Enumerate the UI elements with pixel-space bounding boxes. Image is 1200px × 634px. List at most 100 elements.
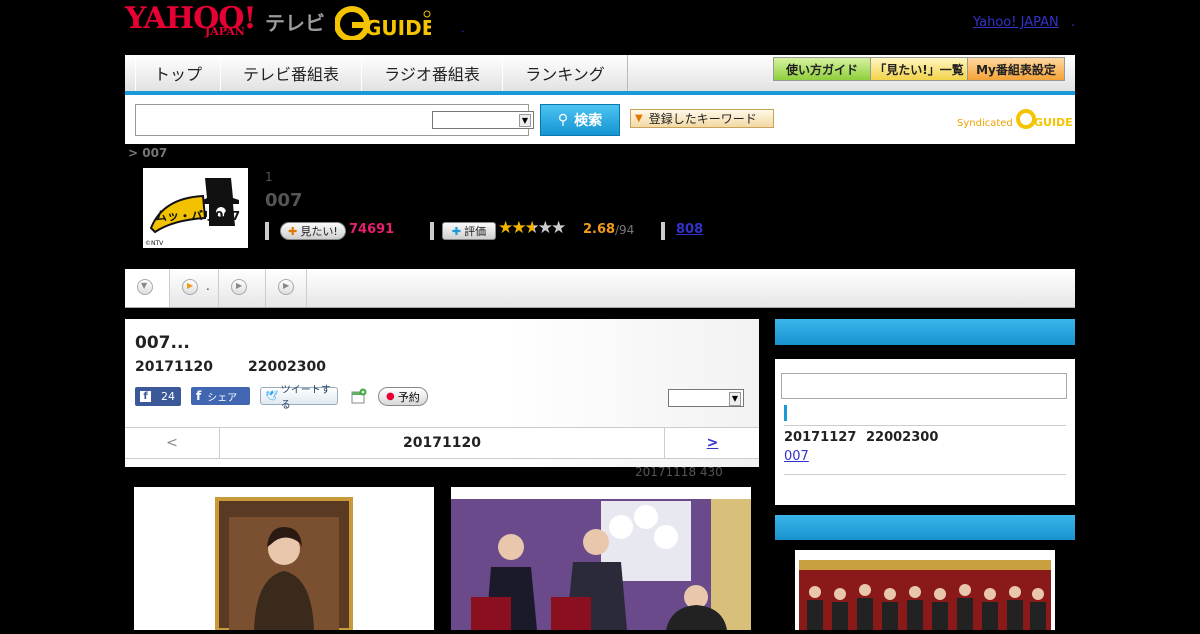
- rating-count: /94: [615, 223, 635, 237]
- sidebar-photo-header: [775, 515, 1075, 540]
- thumbnail-text: ムッ・バリ007: [155, 209, 240, 223]
- nav-tab-radio-schedule[interactable]: ラジオ番組表: [361, 55, 503, 91]
- facebook-count: 24: [161, 390, 175, 403]
- episode-photo-1[interactable]: [134, 487, 434, 632]
- episode-time: 22002300: [248, 359, 326, 375]
- sidebar-header-band: [775, 345, 1075, 359]
- svg-text:GUIDE: GUIDE: [1034, 116, 1072, 129]
- gguide-logo[interactable]: GUIDE: [334, 6, 435, 42]
- header-dot: .: [461, 22, 465, 35]
- plus-icon: ✚: [451, 224, 462, 238]
- star-icon: ★: [511, 218, 526, 238]
- main-navbar: トップ テレビ番組表 ラジオ番組表 ランキング 使い方ガイド 「見たい!」一覧 …: [125, 55, 1075, 95]
- facebook-share-label: シェア: [207, 392, 238, 404]
- play-icon: ▶: [231, 279, 247, 295]
- tab-2[interactable]: ▶ .: [170, 269, 219, 307]
- prev-date-button[interactable]: <: [125, 428, 220, 458]
- search-button-label: 検索: [574, 113, 603, 129]
- sidebar-photo[interactable]: [795, 550, 1055, 630]
- current-date-label: 20171120: [403, 435, 481, 451]
- star-icon: ★: [498, 218, 513, 238]
- episode-date-pager: < 20171120 >: [125, 427, 759, 459]
- episode-panel: 007... 20171120 22002300 f 24 f シェア 🕊 ツイ…: [125, 319, 759, 467]
- chevron-down-icon: ▼: [729, 392, 741, 406]
- want-list-button[interactable]: 「見たい!」一覧: [870, 57, 968, 81]
- rating-value: 2.68: [583, 222, 616, 237]
- tab-3[interactable]: ▶: [219, 269, 266, 307]
- update-note: 20171118 430: [635, 465, 723, 479]
- divider: [661, 222, 665, 240]
- rating-stars: ★★★★★: [498, 218, 566, 238]
- rate-button[interactable]: ✚ 評価: [442, 222, 496, 240]
- registered-keyword-button[interactable]: ▼ 登録したキーワード: [630, 109, 774, 128]
- sidebar-photo-box: [775, 515, 1075, 630]
- divider: [784, 474, 1066, 475]
- episode-photo-2[interactable]: [451, 487, 751, 630]
- program-tabs: ▼ ▶ . ▶ ▶: [125, 269, 1075, 308]
- review-count-link[interactable]: 808: [676, 222, 703, 237]
- want-count: 74691: [349, 222, 395, 237]
- thumbnail-copyright: ©NTV: [145, 240, 164, 247]
- facebook-like-count-button[interactable]: f 24: [135, 387, 181, 406]
- program-title: 007: [265, 190, 303, 211]
- record-dot-icon: ●: [386, 391, 395, 402]
- sidebar-search-input[interactable]: [781, 373, 1067, 399]
- play-icon: ▶: [182, 279, 198, 295]
- star-icon: ★: [537, 218, 553, 238]
- dropdown-arrow-icon: ▼: [635, 113, 643, 124]
- search-bar: ▼ ⚲ 検索 ▼ 登録したキーワード Syndicated GUIDE: [125, 95, 1075, 144]
- tab-4[interactable]: ▶: [266, 269, 307, 307]
- tweet-button[interactable]: 🕊 ツイートする: [260, 385, 338, 411]
- my-schedule-settings-button[interactable]: My番組表設定: [967, 57, 1065, 81]
- divider: [265, 222, 269, 240]
- search-icon: ⚲: [557, 112, 569, 128]
- reserve-label: 予約: [397, 390, 420, 404]
- reserve-recording-button[interactable]: ● 予約: [378, 387, 428, 406]
- program-thumbnail[interactable]: ムッ・バリ007 ©NTV: [143, 168, 248, 248]
- chevron-down-icon: ▼: [519, 114, 531, 127]
- search-button[interactable]: ⚲ 検索: [540, 104, 620, 136]
- plus-icon: ✚: [288, 224, 298, 238]
- search-category-select[interactable]: ▼: [432, 111, 534, 129]
- next-broadcast-time: 22002300: [866, 430, 939, 445]
- yahoo-japan-link[interactable]: Yahoo! JAPAN: [973, 15, 1059, 30]
- svg-text:GUIDE: GUIDE: [365, 16, 431, 40]
- divider: [784, 425, 1066, 426]
- syndicated-label: Syndicated: [957, 118, 1013, 129]
- calendar-add-icon[interactable]: [351, 388, 367, 404]
- episode-number: 1: [265, 170, 273, 184]
- star-icon: ★: [551, 218, 566, 238]
- tab-2-label: .: [206, 279, 210, 293]
- facebook-icon: f: [196, 389, 202, 403]
- sidebar-next-broadcast: 20171127 22002300 007: [775, 319, 1075, 505]
- breadcrumb: > 007: [128, 146, 168, 160]
- registered-keyword-label: 登録したキーワード: [648, 112, 757, 126]
- want-button[interactable]: ✚ 見たい!: [280, 222, 346, 240]
- tweet-label: ツイートする: [280, 385, 331, 411]
- next-broadcast-date: 20171127: [784, 430, 857, 445]
- next-date-button[interactable]: >: [664, 428, 760, 458]
- sidebar-header: [775, 319, 1075, 345]
- facebook-share-button[interactable]: f シェア: [191, 387, 250, 405]
- nav-tab-tv-schedule[interactable]: テレビ番組表: [220, 55, 362, 91]
- star-icon: ★: [524, 218, 540, 238]
- episode-date: 20171120: [135, 359, 213, 375]
- nav-tab-top[interactable]: トップ: [135, 55, 221, 91]
- play-icon: ▶: [278, 279, 294, 295]
- syndicated-gguide-logo: Syndicated GUIDE: [957, 107, 1073, 129]
- yahoo-japan-logo-text: JAPAN: [205, 25, 245, 38]
- divider: [430, 222, 434, 240]
- chevron-down-icon: ▼: [137, 279, 153, 295]
- header-trailing-dot: .: [1071, 15, 1076, 30]
- tab-overview[interactable]: ▼: [125, 269, 170, 307]
- episode-title: 007...: [135, 333, 190, 353]
- next-broadcast-link[interactable]: 007: [784, 449, 809, 464]
- tv-label[interactable]: テレビ: [265, 7, 325, 36]
- want-button-label: 見たい!: [300, 225, 338, 238]
- facebook-icon: f: [140, 391, 151, 402]
- nav-tab-ranking[interactable]: ランキング: [502, 55, 628, 91]
- section-marker: [784, 405, 787, 421]
- episode-option-select[interactable]: ▼: [668, 389, 744, 407]
- rate-button-label: 評価: [464, 225, 487, 238]
- usage-guide-button[interactable]: 使い方ガイド: [773, 57, 871, 81]
